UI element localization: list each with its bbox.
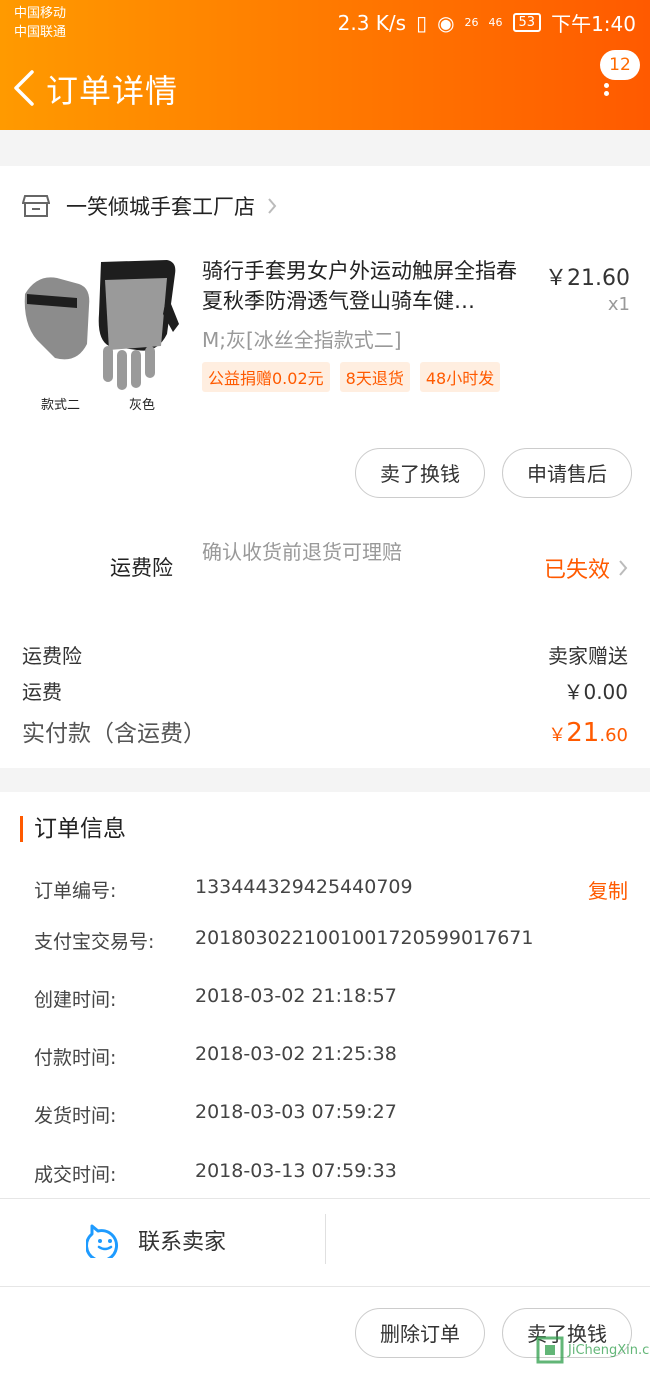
shipping-row: 运费 ￥0.00 (22, 676, 628, 705)
total-label: 实付款（含运费） (22, 721, 206, 747)
status-bar-right: 2.3 K/s ▯ ◉ 26 46 53 下午1:40 (338, 8, 636, 37)
after-sale-button[interactable]: 申请售后 (502, 448, 632, 498)
product-spec: M;灰[冰丝全指款式二] (202, 328, 402, 352)
battery-icon: 53 (512, 13, 542, 32)
clock: 下午1:40 (551, 12, 636, 36)
copy-button[interactable]: 复制 (588, 875, 628, 904)
chat-bubble-icon (86, 1224, 119, 1258)
order-info-card: 订单信息 订单编号: 133444329425440709 复制 支付宝交易号:… (0, 792, 650, 1378)
paid-time-label: 付款时间: (34, 1047, 117, 1069)
status-bar-carriers: 中国移动 中国联通 (14, 4, 66, 42)
watermark-logo (536, 1336, 564, 1364)
product-thumbnail[interactable]: 款式二 灰色 (17, 254, 189, 416)
insurance-status-text: 已失效 (543, 558, 610, 583)
signal-1-icon: 26 (464, 16, 479, 29)
insurance-status[interactable]: 已失效 (544, 552, 628, 584)
product-title[interactable]: 骑行手套男女户外运动触屏全指春夏秋季防滑透气登山骑车健… (202, 256, 532, 316)
product-tags: 公益捐赠0.02元 8天退货 48小时发 (202, 362, 501, 392)
deal-time-label: 成交时间: (34, 1164, 117, 1186)
network-speed: 2.3 K/s (337, 10, 407, 35)
shop-icon (22, 195, 50, 217)
divider (0, 1198, 650, 1199)
signal-2-icon: 46 (488, 16, 503, 29)
tag-charity: 公益捐赠0.02元 (202, 362, 330, 392)
tag-return: 8天退货 (339, 362, 410, 392)
insurance-desc: 确认收货前退货可理赔 (202, 540, 402, 564)
total-row: 实付款（含运费） ￥21.60 (22, 714, 628, 748)
vertical-divider (325, 1214, 326, 1264)
shipped-time-value: 2018-03-03 07:59:27 (195, 1101, 397, 1123)
shop-name: 一笑倾城手套工厂店 (66, 195, 255, 219)
freight-insurance-value: 卖家赠送 (548, 644, 628, 668)
carrier-2: 中国联通 (14, 25, 67, 40)
alipay-trade-value: 2018030221001001720599017671 (195, 927, 534, 949)
sell-button[interactable]: 卖了换钱 (355, 448, 485, 498)
total-integer: 21 (566, 718, 600, 748)
carrier-1: 中国移动 (14, 6, 67, 21)
freight-insurance-row: 运费险 卖家赠送 (22, 640, 628, 669)
order-number-value: 133444329425440709 (195, 876, 413, 898)
tag-shipping: 48小时发 (419, 362, 501, 392)
total-currency: ￥ (548, 725, 567, 746)
order-number-label: 订单编号: (34, 880, 117, 902)
back-arrow-icon[interactable] (10, 66, 46, 110)
shop-row[interactable]: 一笑倾城手套工厂店 (0, 166, 650, 246)
app-header: 中国移动 中国联通 2.3 K/s ▯ ◉ 26 46 53 下午1:40 订单… (0, 0, 650, 130)
delete-order-button[interactable]: 删除订单 (355, 1308, 485, 1358)
freight-insurance-label: 运费险 (22, 644, 82, 668)
product-quantity: x1 (607, 294, 630, 315)
order-item-card: 一笑倾城手套工厂店 款式二 灰色 骑行手套男女户外运动触屏全指春夏秋季防滑透气登… (0, 166, 650, 768)
thumb-caption-color: 灰色 (129, 398, 156, 413)
thumb-caption-style: 款式二 (41, 398, 81, 413)
total-value: ￥21.60 (548, 718, 628, 748)
created-time-label: 创建时间: (34, 989, 117, 1011)
alipay-trade-label: 支付宝交易号: (34, 931, 155, 953)
vibrate-icon: ▯ (416, 10, 428, 35)
shipping-label: 运费 (22, 680, 62, 704)
shipped-time-label: 发货时间: (34, 1105, 117, 1127)
order-info-heading: 订单信息 (20, 816, 126, 842)
divider (0, 1286, 650, 1287)
page-title: 订单详情 (46, 72, 179, 110)
shipping-value: ￥0.00 (563, 680, 628, 704)
chevron-right-icon (268, 198, 277, 214)
watermark: JiChengXin.com (536, 1336, 650, 1364)
created-time-value: 2018-03-02 21:18:57 (195, 985, 397, 1007)
deal-time-value: 2018-03-13 07:59:33 (195, 1160, 397, 1182)
watermark-text: JiChengXin.com (568, 1342, 650, 1358)
contact-seller-button[interactable]: 联系卖家 (86, 1222, 226, 1258)
chevron-right-icon (619, 560, 628, 576)
glove-image (24, 260, 179, 390)
product-price: ￥21.60 (545, 266, 630, 291)
paid-time-value: 2018-03-02 21:25:38 (195, 1043, 397, 1065)
more-menu-icon[interactable] (600, 80, 612, 104)
total-decimal: .60 (599, 725, 628, 746)
contact-seller-label: 联系卖家 (138, 1230, 227, 1255)
eye-icon: ◉ (437, 10, 455, 35)
insurance-label: 运费险 (110, 556, 173, 580)
message-count-badge[interactable]: 12 (600, 50, 640, 80)
